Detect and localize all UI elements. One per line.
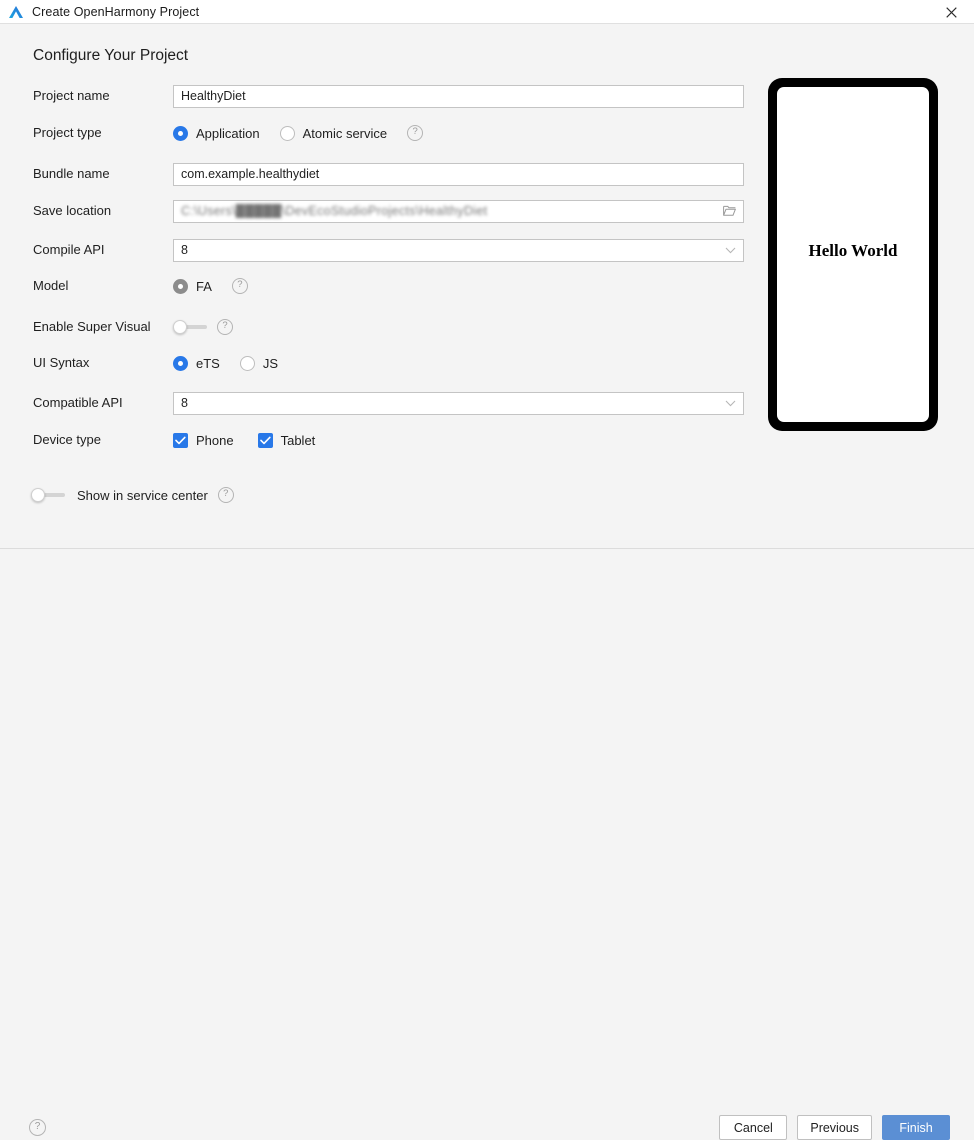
radio-fa[interactable]: FA (173, 279, 212, 294)
help-icon-project-type[interactable]: ? (407, 125, 423, 141)
project-name-input[interactable] (173, 85, 744, 108)
radio-js-indicator (240, 356, 255, 371)
radio-ets[interactable]: eTS (173, 356, 220, 371)
radio-ets-indicator (173, 356, 188, 371)
close-icon (946, 7, 957, 18)
radio-atomic-service-indicator (280, 126, 295, 141)
label-save-location: Save location (33, 199, 173, 223)
help-icon-show-in-service-center[interactable]: ? (218, 487, 234, 503)
radio-application[interactable]: Application (173, 126, 260, 141)
radio-ets-label: eTS (196, 356, 220, 371)
radio-js-label: JS (263, 356, 278, 371)
checkbox-tablet[interactable]: Tablet (258, 433, 316, 448)
browse-folder-button[interactable] (715, 201, 743, 222)
checkbox-phone[interactable]: Phone (173, 433, 234, 448)
footer-button-group: Cancel Previous Finish (719, 1115, 950, 1140)
row-model: Model FA ? (33, 274, 743, 298)
device-preview-screen: Hello World (777, 87, 929, 422)
radio-atomic-service[interactable]: Atomic service (280, 126, 388, 141)
radio-fa-label: FA (196, 279, 212, 294)
radio-atomic-service-label: Atomic service (303, 126, 388, 141)
enable-super-visual-toggle[interactable] (173, 320, 207, 334)
dialog-footer: ? Cancel Previous Finish (0, 548, 974, 601)
close-button[interactable] (928, 0, 974, 24)
chevron-down-icon-compatible-api[interactable] (717, 393, 743, 414)
radio-application-indicator (173, 126, 188, 141)
check-icon (175, 436, 186, 445)
chevron-down-icon-compile-api[interactable] (717, 240, 743, 261)
label-ui-syntax: UI Syntax (33, 351, 173, 375)
compatible-api-dropdown[interactable]: 8 (173, 392, 744, 415)
chevron-down-icon (725, 400, 736, 407)
radio-fa-indicator (173, 279, 188, 294)
label-model: Model (33, 274, 173, 298)
label-enable-super-visual: Enable Super Visual (33, 315, 173, 339)
save-location-value: C:\Users\█████\DevEcoStudioProjects\Heal… (174, 204, 715, 218)
row-ui-syntax: UI Syntax eTS JS (33, 351, 743, 375)
checkbox-phone-label: Phone (196, 433, 234, 448)
compile-api-value: 8 (174, 243, 717, 257)
cancel-button[interactable]: Cancel (719, 1115, 787, 1140)
show-in-service-center-label: Show in service center (77, 488, 208, 503)
page-title: Configure Your Project (33, 47, 188, 65)
row-project-type: Project type Application Atomic service … (33, 121, 743, 145)
window-titlebar: Create OpenHarmony Project (0, 0, 974, 24)
row-project-name: Project name (33, 84, 743, 108)
dialog-body: Configure Your Project Project name Proj… (0, 25, 974, 548)
compile-api-dropdown[interactable]: 8 (173, 239, 744, 262)
row-compatible-api: Compatible API 8 (33, 391, 743, 415)
deveco-triangle-logo-icon (8, 4, 24, 20)
chevron-down-icon (725, 247, 736, 254)
help-icon-enable-super-visual[interactable]: ? (217, 319, 233, 335)
checkbox-tablet-indicator (258, 433, 273, 448)
show-in-service-center-toggle[interactable] (31, 488, 65, 502)
label-device-type: Device type (33, 428, 173, 452)
row-enable-super-visual: Enable Super Visual ? (33, 315, 743, 339)
row-show-in-service-center: Show in service center ? (31, 487, 234, 503)
label-project-type: Project type (33, 121, 173, 145)
row-device-type: Device type Phone Tablet (33, 428, 743, 452)
bundle-name-input[interactable] (173, 163, 744, 186)
row-bundle-name: Bundle name (33, 162, 743, 186)
preview-hello-world-text: Hello World (777, 241, 929, 261)
compatible-api-value: 8 (174, 396, 717, 410)
folder-icon (723, 205, 736, 217)
label-project-name: Project name (33, 84, 173, 108)
finish-button[interactable]: Finish (882, 1115, 950, 1140)
save-location-field[interactable]: C:\Users\█████\DevEcoStudioProjects\Heal… (173, 200, 744, 223)
toggle-knob (31, 488, 45, 502)
label-bundle-name: Bundle name (33, 162, 173, 186)
toggle-knob (173, 320, 187, 334)
row-compile-api: Compile API 8 (33, 238, 743, 262)
checkbox-tablet-label: Tablet (281, 433, 316, 448)
radio-js[interactable]: JS (240, 356, 278, 371)
radio-application-label: Application (196, 126, 260, 141)
help-icon-model[interactable]: ? (232, 278, 248, 294)
checkbox-phone-indicator (173, 433, 188, 448)
label-compatible-api: Compatible API (33, 391, 173, 415)
previous-button[interactable]: Previous (797, 1115, 872, 1140)
window-title: Create OpenHarmony Project (32, 5, 199, 19)
check-icon (260, 436, 271, 445)
label-compile-api: Compile API (33, 238, 173, 262)
row-save-location: Save location C:\Users\█████\DevEcoStudi… (33, 199, 743, 223)
device-preview: Hello World (768, 78, 938, 431)
help-icon-footer[interactable]: ? (29, 1119, 46, 1136)
